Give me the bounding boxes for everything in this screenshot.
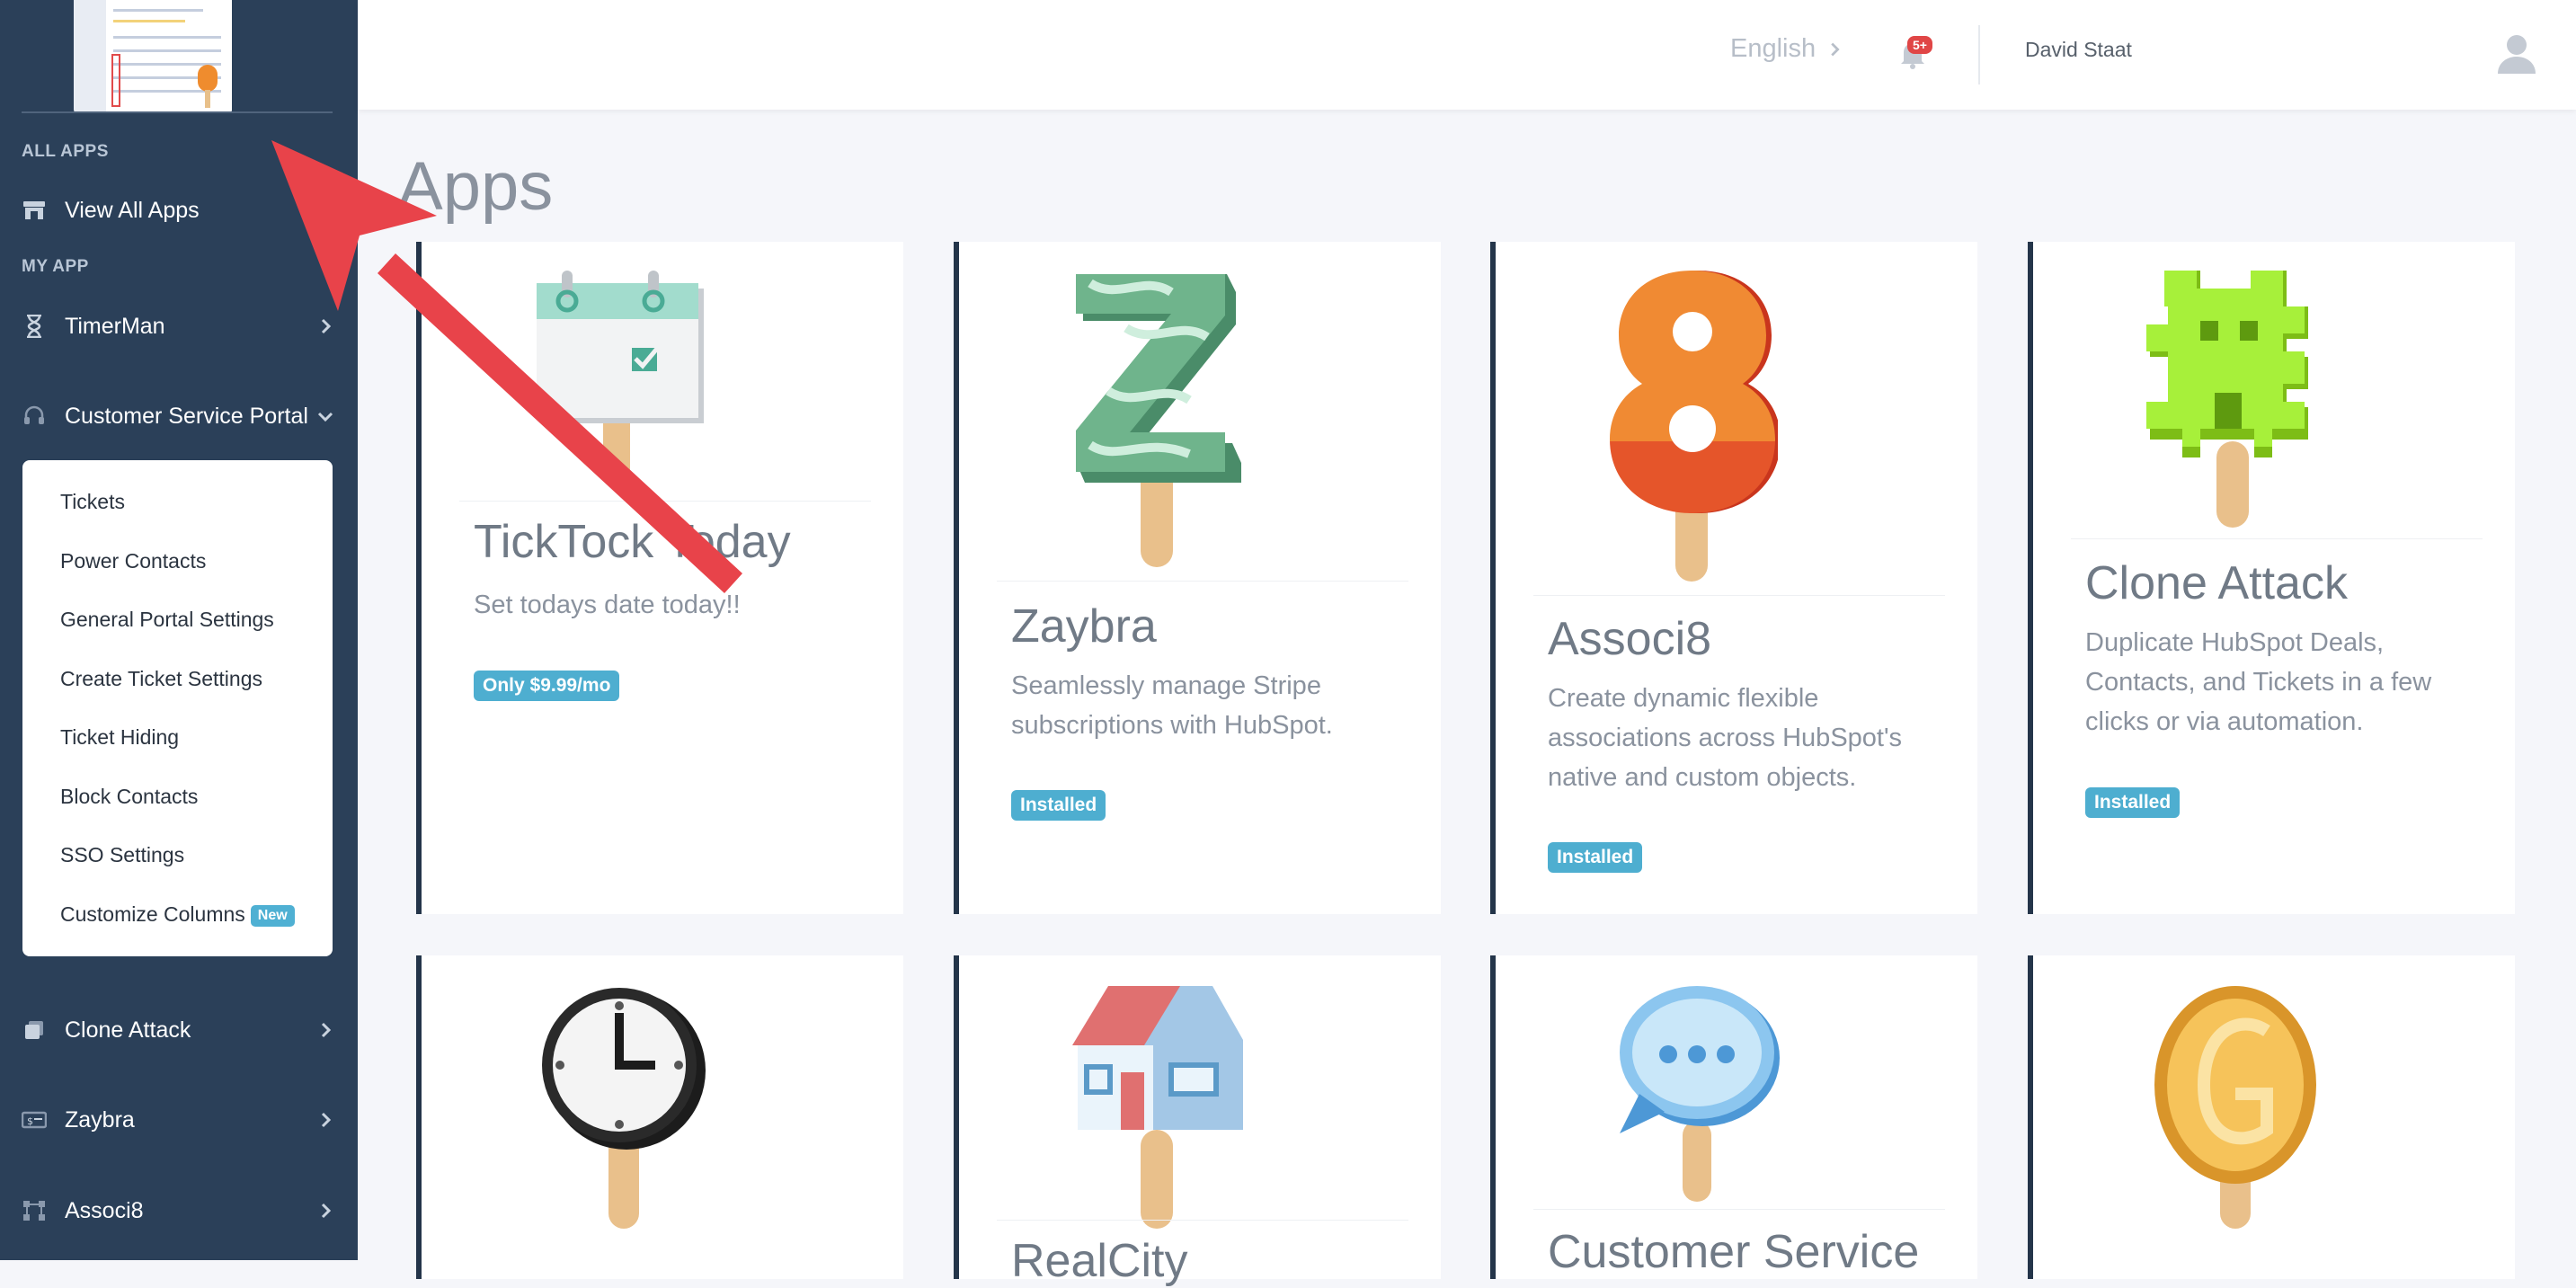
card-divider (1533, 1209, 1945, 1210)
app-card-customer-service[interactable]: Customer Service (1490, 955, 1977, 1279)
nodes-icon (22, 1198, 47, 1223)
clock-popsicle-icon (542, 988, 706, 1229)
chevron-right-icon (1831, 42, 1840, 56)
sidebar-item-label: Zaybra (65, 1106, 135, 1133)
house-popsicle-icon (1072, 986, 1243, 1229)
copy-icon (22, 1017, 47, 1043)
submenu-item-sso-settings[interactable]: SSO Settings (60, 843, 184, 867)
app-card-name: TickTock Today (474, 516, 791, 568)
app-card-zaybra[interactable]: Zaybra Seamlessly manage Stripe subscrip… (954, 242, 1441, 914)
app-card-name: Clone Attack (2085, 557, 2348, 609)
price-badge: Only $9.99/mo (474, 671, 620, 701)
submenu-item-general-portal-settings[interactable]: General Portal Settings (60, 608, 274, 632)
card-divider (459, 501, 871, 502)
number-8-popsicle-icon (1610, 271, 1778, 582)
sidebar-item-timerman[interactable]: TimerMan (22, 308, 336, 344)
submenu-item-block-contacts[interactable]: Block Contacts (60, 785, 198, 809)
sidebar-item-label: Clone Attack (65, 1017, 191, 1043)
app-card-clock[interactable] (416, 955, 903, 1279)
hourglass-icon (22, 314, 47, 339)
installed-badge: Installed (1548, 842, 1643, 873)
app-card-description: Create dynamic flexible associations acr… (1548, 684, 1903, 792)
app-thumbnail[interactable] (74, 0, 232, 113)
sidebar-item-customer-service-portal[interactable]: Customer Service Portal (22, 398, 336, 434)
card-divider (997, 581, 1408, 582)
chevron-right-icon (321, 1022, 332, 1038)
sidebar-item-clone-attack[interactable]: Clone Attack (22, 1012, 336, 1048)
app-card-ticktock-today[interactable]: TickTock Today Set todays date today!! O… (416, 242, 903, 914)
money-icon: $ (22, 1107, 47, 1133)
language-label: English (1730, 34, 1817, 63)
store-icon (22, 198, 47, 223)
user-avatar-icon[interactable] (2494, 31, 2539, 76)
top-bar (358, 0, 2576, 110)
customer-service-portal-submenu: Tickets Power Contacts General Portal Se… (22, 460, 333, 956)
app-card-name: Associ8 (1548, 613, 1712, 665)
submenu-item-customize-columns[interactable]: Customize Columns New (60, 902, 295, 927)
calendar-popsicle-icon (537, 271, 704, 484)
chevron-right-icon (321, 1112, 332, 1128)
installed-badge: Installed (1011, 790, 1106, 821)
chevron-down-icon (317, 412, 333, 422)
sidebar-item-label: Customer Service Portal (65, 403, 308, 429)
zebra-z-popsicle-icon (1076, 274, 1241, 567)
sidebar-item-label: View All Apps (65, 197, 200, 223)
app-card-gold[interactable] (2028, 955, 2515, 1279)
notification-badge: 5+ (1907, 36, 1932, 54)
submenu-item-label: Customize Columns (60, 902, 245, 926)
sidebar-item-label: Associ8 (65, 1197, 144, 1223)
section-label-my-app: MY APP (22, 257, 89, 276)
app-card-associ8[interactable]: Associ8 Create dynamic flexible associat… (1490, 242, 1977, 914)
user-name[interactable]: David Staat (2025, 38, 2132, 62)
new-badge: New (250, 904, 295, 927)
submenu-item-create-ticket-settings[interactable]: Create Ticket Settings (60, 667, 262, 691)
topbar-divider (1978, 25, 1980, 84)
section-label-all-apps: ALL APPS (22, 142, 109, 161)
app-card-clone-attack[interactable]: Clone Attack Duplicate HubSpot Deals, Co… (2028, 242, 2515, 914)
chevron-right-icon (321, 1203, 332, 1219)
sidebar-item-label: TimerMan (65, 313, 165, 339)
gold-coin-popsicle-icon (2154, 986, 2316, 1229)
page-title: Apps (397, 148, 554, 225)
card-divider (1533, 595, 1945, 596)
app-card-description: Duplicate HubSpot Deals, Contacts, and T… (2085, 628, 2432, 736)
sidebar-item-zaybra[interactable]: $ Zaybra (22, 1102, 336, 1138)
app-card-name: Zaybra (1011, 600, 1157, 653)
headset-icon (22, 404, 47, 429)
app-card-name: Customer Service (1548, 1226, 1920, 1278)
submenu-item-power-contacts[interactable]: Power Contacts (60, 549, 206, 573)
app-card-description: Set todays date today!! (474, 591, 741, 619)
sidebar: ALL APPS View All Apps MY APP TimerMan C… (0, 0, 358, 1260)
chevron-right-icon (321, 318, 332, 334)
card-divider (997, 1220, 1408, 1221)
card-divider (2071, 538, 2483, 539)
installed-badge: Installed (2085, 787, 2181, 818)
submenu-item-ticket-hiding[interactable]: Ticket Hiding (60, 725, 179, 750)
submenu-item-tickets[interactable]: Tickets (60, 490, 125, 514)
sidebar-divider (22, 111, 333, 113)
language-selector[interactable]: English (1730, 34, 1844, 64)
sidebar-item-associ8[interactable]: Associ8 (22, 1193, 336, 1229)
sidebar-item-view-all-apps[interactable]: View All Apps (22, 192, 336, 228)
svg-text:$: $ (27, 1115, 33, 1127)
app-card-description: Seamlessly manage Stripe subscriptions w… (1011, 671, 1333, 740)
pixel-invader-popsicle-icon (2146, 271, 2308, 528)
app-card-name: RealCity (1011, 1235, 1188, 1287)
chat-bubble-popsicle-icon (1620, 986, 1780, 1202)
app-card-realcity[interactable]: RealCity (954, 955, 1441, 1287)
